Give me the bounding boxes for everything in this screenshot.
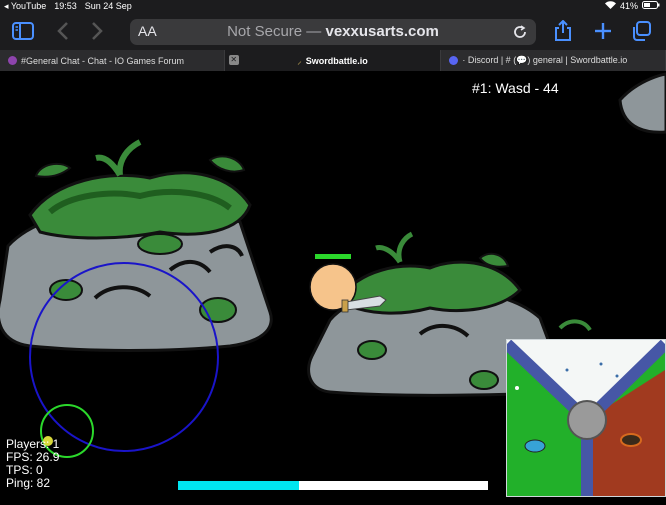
sword-favicon-icon: ⸝ [297,56,302,66]
battery-percent: 41% [619,1,638,11]
player-health-bar [315,254,351,259]
status-date: Sun 24 Sep [84,1,132,11]
leaderboard-entry: #1: Wasd - 44 [472,80,559,96]
back-icon[interactable] [52,20,74,42]
sidebar-icon[interactable] [12,20,34,42]
url-display[interactable]: Not Secure — vexxusarts.com [130,23,536,40]
progress-fill [178,481,299,490]
back-to-app[interactable]: ◂ YouTube [4,0,46,12]
browser-toolbar: AA Not Secure — vexxusarts.com [0,12,666,50]
reload-icon[interactable] [512,24,528,40]
wifi-icon [604,0,616,12]
address-bar[interactable]: AA Not Secure — vexxusarts.com [130,19,536,45]
forward-icon[interactable] [86,20,108,42]
tab-swordbattle[interactable]: ✕ ⸝ Swordbattle.io [224,50,442,71]
game-canvas[interactable] [0,71,666,500]
tabs-overview-icon[interactable] [630,20,652,42]
not-secure-label: Not Secure — [227,23,322,40]
tab-bar: #General Chat - Chat - IO Games Forum ✕ … [0,50,666,71]
ping-readout: Ping: 82 [6,476,51,490]
forum-favicon-icon [8,56,17,65]
share-icon[interactable] [552,20,574,42]
tab-forum[interactable]: #General Chat - Chat - IO Games Forum [0,50,225,71]
minimap [506,339,666,497]
rock-top-right [618,72,666,134]
debug-stats: Players: 1 FPS: 26.9 TPS: 0 Ping: 82 [6,438,59,490]
tab-discord[interactable]: · Discord | # (💬) general | Swordbattle.… [441,50,666,71]
url-domain: vexxusarts.com [325,23,439,40]
tab-label: · Discord | # (💬) general | Swordbattle.… [462,55,628,65]
discord-favicon-icon [449,56,459,65]
new-tab-icon[interactable] [592,20,614,42]
status-time: 19:53 [54,1,77,11]
rock-bush-left [0,139,273,352]
progress-bar [178,481,488,490]
tab-label: #General Chat - Chat - IO Games Forum [21,55,185,66]
tab-label: Swordbattle.io [305,55,368,66]
status-bar: ◂ YouTube 19:53 Sun 24 Sep 41% [0,0,666,12]
battery-icon [642,0,660,12]
close-tab-icon[interactable]: ✕ [228,55,239,65]
